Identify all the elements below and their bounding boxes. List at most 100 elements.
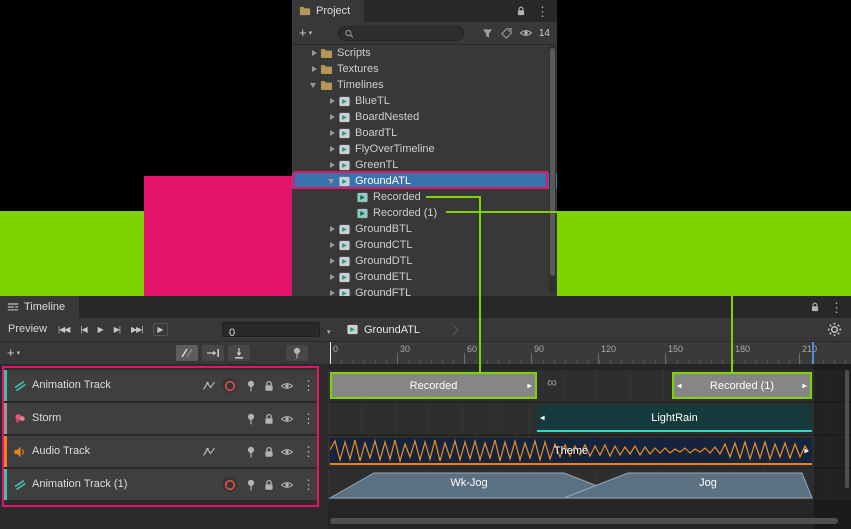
hidden-packages-eye-icon[interactable] <box>519 26 533 40</box>
go-to-end-button[interactable]: ▶▶| <box>131 325 142 334</box>
foldout-arrow[interactable] <box>326 253 338 269</box>
play-button[interactable]: ▶ <box>98 325 103 334</box>
clip-edge-arrow[interactable]: ▶ <box>527 382 532 389</box>
breadcrumb[interactable]: GroundATL <box>346 318 457 341</box>
clip-edge-arrow[interactable]: ▶ <box>802 382 807 389</box>
show-markers-button[interactable] <box>286 345 308 361</box>
settings-gear-icon[interactable] <box>827 322 842 337</box>
window-menu-icon[interactable]: ⋮ <box>830 301 843 314</box>
foldout-arrow[interactable] <box>326 157 338 173</box>
add-track-button[interactable]: + ▾ <box>7 344 20 361</box>
tree-item-groundctl[interactable]: GroundCTL <box>292 237 557 253</box>
window-menu-icon[interactable]: ⋮ <box>536 5 549 18</box>
tree-item-grounddtl[interactable]: GroundDTL <box>292 253 557 269</box>
clip-recorded-1[interactable]: ◀ Recorded (1) ▶ <box>672 372 812 399</box>
frame-field[interactable] <box>222 322 320 337</box>
chevron-down-icon[interactable]: ▾ <box>327 326 331 340</box>
lock-icon[interactable] <box>515 5 527 17</box>
track-lock-button[interactable] <box>261 378 277 393</box>
track-lock-button[interactable] <box>261 411 277 426</box>
tree-item-textures[interactable]: Textures <box>292 61 557 77</box>
time-ruler[interactable]: 0 30 60 90 120 150 180 210 <box>328 342 851 364</box>
play-range-button[interactable]: ▶ <box>153 323 167 336</box>
search-input[interactable] <box>355 28 458 39</box>
track-header-audio-track[interactable]: Audio Track ⋮ <box>4 436 318 467</box>
track-mute-button[interactable] <box>279 477 295 492</box>
tree-item-groundbtl[interactable]: GroundBTL <box>292 221 557 237</box>
track-mute-button[interactable] <box>279 444 295 459</box>
tree-item-bluetl[interactable]: BlueTL <box>292 93 557 109</box>
tree-item-boardnested[interactable]: BoardNested <box>292 109 557 125</box>
search-by-type-icon[interactable] <box>481 27 494 40</box>
clip-jog[interactable]: Jog <box>633 477 783 489</box>
next-frame-button[interactable]: ▶| <box>114 325 120 334</box>
clips-area[interactable]: Recorded ▶ ∞ ◀ Recorded (1) ▶ ◀ LightRai… <box>328 364 851 529</box>
record-button[interactable] <box>222 477 237 492</box>
playhead[interactable] <box>330 342 331 364</box>
curves-toggle-button[interactable] <box>201 378 217 393</box>
search-field[interactable] <box>338 26 464 41</box>
clip-theme[interactable]: Theme ▶ <box>330 438 812 465</box>
track-markers-button[interactable] <box>243 477 259 492</box>
tree-item-timelines[interactable]: Timelines <box>292 77 557 93</box>
foldout-arrow[interactable] <box>326 285 338 296</box>
replace-mode-button[interactable] <box>228 345 250 361</box>
tree-item-greentl[interactable]: GreenTL <box>292 157 557 173</box>
tree-item-flyovertimeline[interactable]: FlyOverTimeline <box>292 141 557 157</box>
clip-wk-jog[interactable]: Wk-Jog <box>394 477 544 489</box>
track-mute-button[interactable] <box>279 378 295 393</box>
clip-recorded[interactable]: Recorded ▶ <box>330 372 537 399</box>
track-header-animation-track-1[interactable]: Animation Track (1) ⋮ <box>4 469 318 500</box>
project-scrollbar[interactable] <box>549 46 556 294</box>
frame-input[interactable] <box>223 327 319 340</box>
clip-lightrain[interactable]: ◀ LightRain <box>537 405 812 432</box>
track-header-animation-track[interactable]: Animation Track ⋮ <box>4 370 318 401</box>
curves-toggle-button[interactable] <box>201 444 217 459</box>
tab-timeline[interactable]: Timeline <box>0 296 79 318</box>
clip-edge-arrow[interactable]: ▶ <box>804 447 809 454</box>
tree-item-recorded[interactable]: Recorded <box>292 189 557 205</box>
tab-project[interactable]: Project <box>292 0 364 22</box>
ripple-mode-button[interactable] <box>202 345 224 361</box>
clip-edge-arrow[interactable]: ◀ <box>540 414 545 421</box>
track-markers-button[interactable] <box>243 411 259 426</box>
track-menu-icon[interactable]: ⋮ <box>302 477 315 493</box>
foldout-arrow[interactable] <box>308 77 320 93</box>
foldout-arrow[interactable] <box>326 221 338 237</box>
foldout-arrow[interactable] <box>326 173 338 189</box>
create-asset-button[interactable]: + ▾ <box>299 24 312 41</box>
scrollbar-thumb[interactable] <box>550 48 555 276</box>
track-menu-icon[interactable]: ⋮ <box>302 378 315 394</box>
tree-item-groundetl[interactable]: GroundETL <box>292 269 557 285</box>
horizontal-scrollbar[interactable] <box>330 518 838 524</box>
foldout-arrow[interactable] <box>308 61 320 77</box>
previous-frame-button[interactable]: |◀ <box>80 325 86 334</box>
track-lock-button[interactable] <box>261 444 277 459</box>
track-mute-button[interactable] <box>279 411 295 426</box>
record-button[interactable] <box>222 378 237 393</box>
go-to-start-button[interactable]: |◀◀ <box>58 325 69 334</box>
foldout-arrow[interactable] <box>326 93 338 109</box>
preview-button[interactable]: Preview <box>8 318 47 341</box>
track-markers-button[interactable] <box>243 444 259 459</box>
track-header-storm[interactable]: Storm ⋮ <box>4 403 318 434</box>
clip-edge-arrow[interactable]: ◀ <box>677 382 682 389</box>
foldout-arrow[interactable] <box>326 109 338 125</box>
lock-icon[interactable] <box>809 301 821 313</box>
mix-mode-button[interactable] <box>176 345 198 361</box>
search-by-label-icon[interactable] <box>500 27 513 40</box>
track-menu-icon[interactable]: ⋮ <box>302 411 315 427</box>
track-markers-button[interactable] <box>243 378 259 393</box>
foldout-arrow[interactable] <box>326 141 338 157</box>
tree-item-recorded-1[interactable]: Recorded (1) <box>292 205 557 221</box>
foldout-arrow[interactable] <box>326 237 338 253</box>
foldout-arrow[interactable] <box>326 269 338 285</box>
tree-item-groundatl[interactable]: GroundATL <box>292 173 557 189</box>
foldout-arrow[interactable] <box>326 125 338 141</box>
tree-item-groundftl[interactable]: GroundFTL <box>292 285 557 296</box>
foldout-arrow[interactable] <box>308 45 320 61</box>
track-menu-icon[interactable]: ⋮ <box>302 444 315 460</box>
track-lock-button[interactable] <box>261 477 277 492</box>
tree-item-scripts[interactable]: Scripts <box>292 45 557 61</box>
tree-item-boardtl[interactable]: BoardTL <box>292 125 557 141</box>
